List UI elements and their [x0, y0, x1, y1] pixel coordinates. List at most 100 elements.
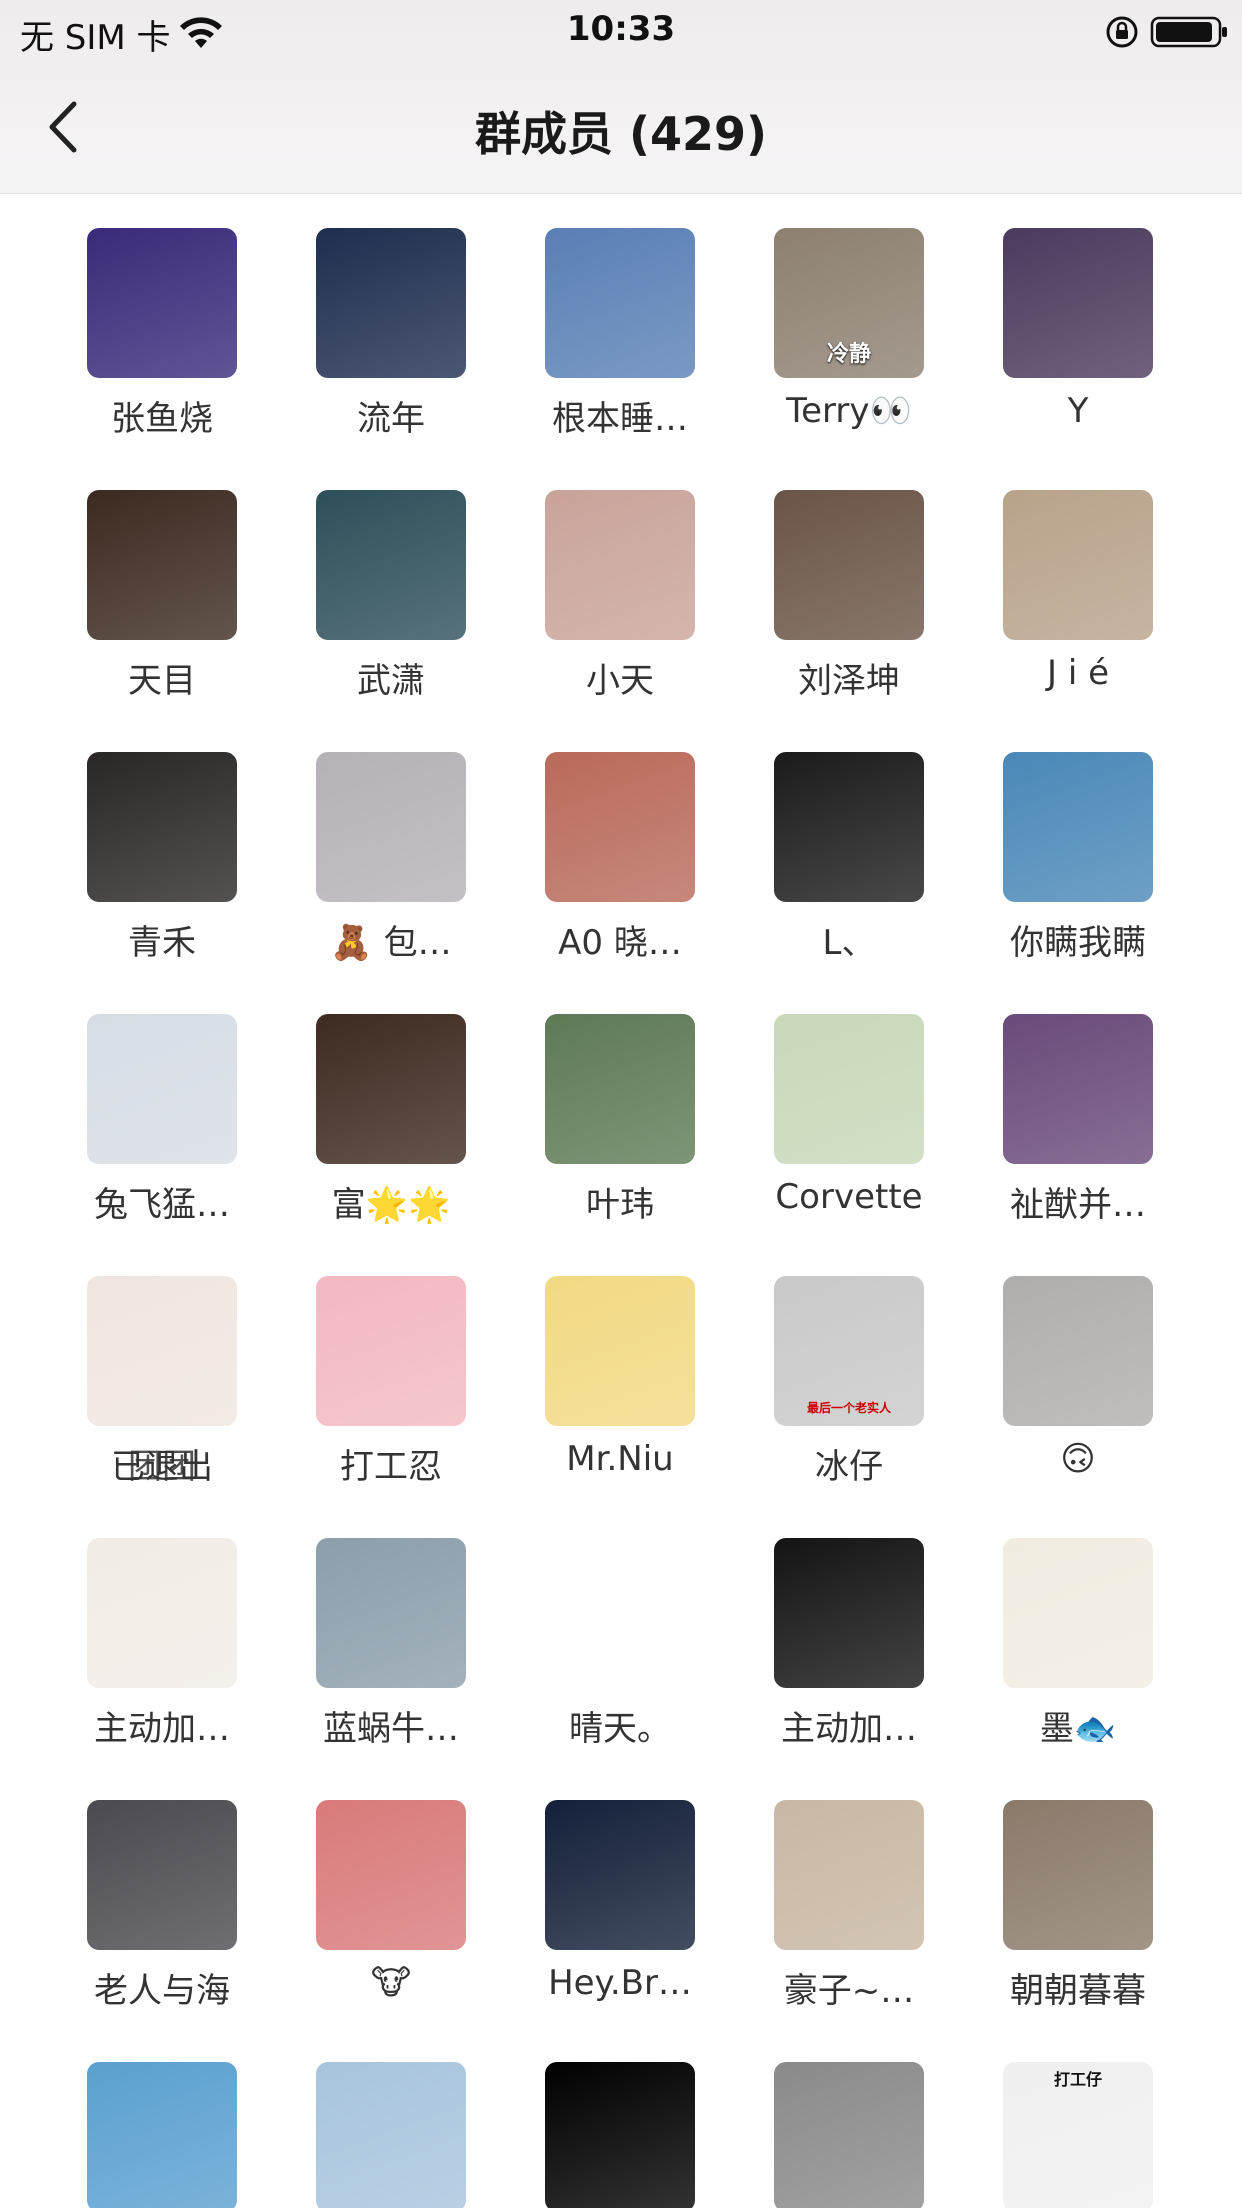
member-avatar[interactable]	[87, 752, 237, 902]
member-avatar[interactable]	[545, 228, 695, 378]
member-name-text: 🙃	[1060, 1439, 1096, 1479]
member-item[interactable]: 祉猷并…	[939, 979, 1168, 1241]
member-name-text: 蓝蜗牛…	[323, 1709, 459, 1749]
member-item[interactable]: J i é	[939, 455, 1168, 717]
member-avatar[interactable]	[316, 1800, 466, 1950]
member-avatar[interactable]	[1003, 490, 1153, 640]
member-item[interactable]: 🙃	[939, 1241, 1168, 1503]
member-item[interactable]: 兔飞猛…	[23, 979, 252, 1241]
man-sofa-avatar	[774, 490, 924, 640]
movie-heroes-avatar	[87, 752, 237, 902]
member-item[interactable]: 打工忍	[252, 1241, 481, 1503]
member-avatar[interactable]	[87, 1276, 237, 1426]
member-avatar[interactable]	[316, 752, 466, 902]
member-item[interactable]: 豪子~…	[710, 1765, 939, 2027]
rotation-lock-icon	[1106, 16, 1138, 48]
girl-selfie-avatar	[545, 490, 695, 640]
member-avatar[interactable]	[545, 2062, 695, 2208]
member-avatar[interactable]	[545, 1276, 695, 1426]
member-name: 🐮	[266, 1963, 516, 2003]
member-item[interactable]: 主动加…	[23, 1503, 252, 1765]
member-item[interactable]: 已退出 团团	[23, 1241, 252, 1503]
member-item[interactable]: 流年	[252, 193, 481, 455]
member-avatar[interactable]	[545, 1800, 695, 1950]
member-name-text: 主动加…	[781, 1709, 917, 1749]
chinese-calligraphy-avatar	[1003, 1538, 1153, 1688]
member-avatar[interactable]	[774, 1800, 924, 1950]
member-avatar[interactable]	[1003, 752, 1153, 902]
member-avatar[interactable]	[1003, 1800, 1153, 1950]
member-avatar[interactable]	[774, 752, 924, 902]
member-item[interactable]: 朝朝暮暮	[939, 1765, 1168, 2027]
member-item[interactable]: 张鱼烧	[23, 193, 252, 455]
member-avatar[interactable]	[545, 1014, 695, 1164]
sunset-river-avatar	[1003, 1800, 1153, 1950]
member-item[interactable]: Y	[939, 193, 1168, 455]
jumping-cat-snow-avatar	[545, 228, 695, 378]
member-item[interactable]: 刘泽坤	[710, 455, 939, 717]
member-item[interactable]: Hey.Br…	[481, 1765, 710, 2027]
member-avatar[interactable]	[316, 2062, 466, 2208]
member-item[interactable]: 🐮	[252, 1765, 481, 2027]
member-item[interactable]	[481, 2027, 710, 2208]
member-avatar[interactable]	[87, 1014, 237, 1164]
member-name: 蓝蜗牛…	[266, 1701, 516, 1750]
member-name-text: A0 晓…	[558, 923, 682, 963]
member-avatar[interactable]	[316, 228, 466, 378]
member-avatar[interactable]	[774, 1014, 924, 1164]
member-item[interactable]: 晴天。	[481, 1503, 710, 1765]
member-item[interactable]: 武潇	[252, 455, 481, 717]
member-avatar[interactable]	[87, 2062, 237, 2208]
member-item[interactable]: Corvette	[710, 979, 939, 1241]
member-avatar[interactable]	[545, 752, 695, 902]
member-item[interactable]: 墨🐟	[939, 1503, 1168, 1765]
member-avatar[interactable]: 冷静	[774, 228, 924, 378]
member-item[interactable]	[252, 2027, 481, 2208]
member-item[interactable]: A0 晓…	[481, 717, 710, 979]
member-item[interactable]: 蓝蜗牛…	[252, 1503, 481, 1765]
member-item[interactable]: 叶玮	[481, 979, 710, 1241]
member-item[interactable]: 你瞒我瞒	[939, 717, 1168, 979]
member-name: 青禾	[37, 915, 287, 964]
member-item[interactable]: 打工仔	[939, 2027, 1168, 2208]
member-avatar[interactable]: 打工仔	[1003, 2062, 1153, 2208]
member-name: 墨🐟	[953, 1701, 1203, 1750]
member-avatar[interactable]	[1003, 1538, 1153, 1688]
member-avatar[interactable]	[1003, 228, 1153, 378]
member-avatar[interactable]	[316, 490, 466, 640]
member-item[interactable]: 冷静 Terry👀	[710, 193, 939, 455]
member-item[interactable]: 富🌟🌟	[252, 979, 481, 1241]
member-item[interactable]: Mr.Niu	[481, 1241, 710, 1503]
member-item[interactable]	[23, 2027, 252, 2208]
spiral-stairs-avatar	[774, 752, 924, 902]
member-item[interactable]: 🧸 包…	[252, 717, 481, 979]
member-item[interactable]: 青禾	[23, 717, 252, 979]
member-avatar[interactable]	[316, 1538, 466, 1688]
member-name: Mr.Niu	[495, 1439, 745, 1479]
member-avatar[interactable]: 最后一个老实人	[774, 1276, 924, 1426]
anime-boy-avatar	[1003, 752, 1153, 902]
member-item[interactable]: 小天	[481, 455, 710, 717]
member-avatar[interactable]	[545, 1538, 695, 1688]
member-item[interactable]: 主动加…	[710, 1503, 939, 1765]
member-item[interactable]: 最后一个老实人 冰仔	[710, 1241, 939, 1503]
member-item[interactable]: 老人与海	[23, 1765, 252, 2027]
member-avatar[interactable]	[87, 1538, 237, 1688]
member-avatar[interactable]	[774, 2062, 924, 2208]
member-avatar[interactable]	[774, 1538, 924, 1688]
member-avatar[interactable]	[87, 490, 237, 640]
member-item[interactable]: 天目	[23, 455, 252, 717]
member-avatar[interactable]	[545, 490, 695, 640]
member-avatar[interactable]	[774, 490, 924, 640]
member-name-text: Terry👀	[786, 391, 912, 431]
member-avatar[interactable]	[87, 228, 237, 378]
member-item[interactable]: 根本睡…	[481, 193, 710, 455]
member-avatar[interactable]	[316, 1014, 466, 1164]
member-item[interactable]: L、	[710, 717, 939, 979]
member-avatar[interactable]	[1003, 1014, 1153, 1164]
member-avatar[interactable]	[316, 1276, 466, 1426]
member-avatar[interactable]	[87, 1800, 237, 1950]
member-item[interactable]	[710, 2027, 939, 2208]
member-name: 老人与海	[37, 1963, 287, 2012]
member-avatar[interactable]	[1003, 1276, 1153, 1426]
